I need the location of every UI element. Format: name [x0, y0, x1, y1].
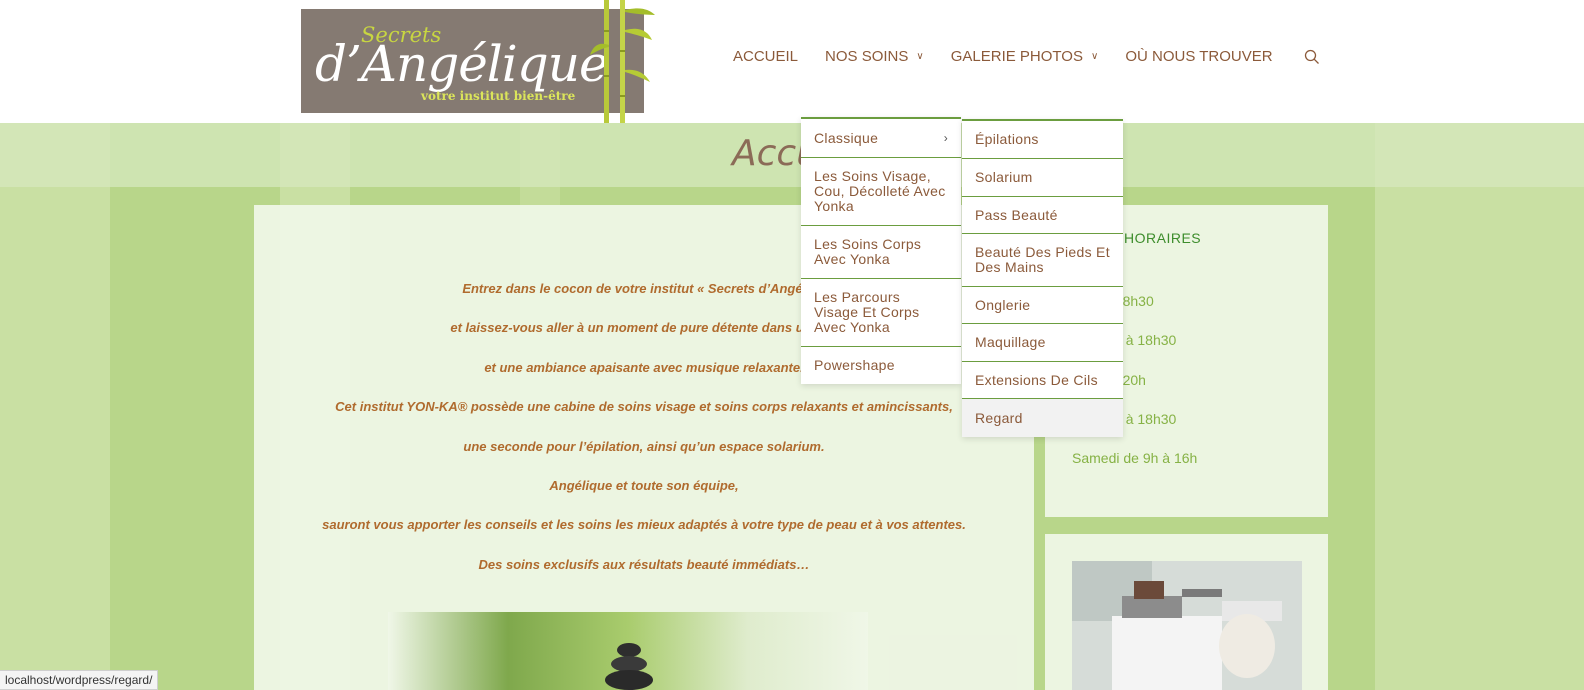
menu-item-label: Onglerie: [975, 296, 1031, 313]
menu-item-label: Extensions De Cils: [975, 371, 1098, 388]
chevron-down-icon: ∨: [916, 51, 924, 62]
submenu-item-pieds-mains[interactable]: Beauté Des Pieds Et Des Mains: [962, 234, 1123, 287]
submenu-item-regard[interactable]: Regard: [962, 399, 1123, 437]
menu-item-label: Maquillage: [975, 334, 1046, 350]
menu-item-label: Solarium: [975, 169, 1033, 185]
chevron-down-icon: ∨: [1090, 51, 1099, 62]
bamboo-icon: [590, 0, 655, 123]
menu-item-label: Les Soins Corps Avec Yonka: [814, 236, 922, 267]
menu-item-classique[interactable]: Classique ›: [801, 119, 961, 158]
submenu-item-epilations[interactable]: Épilations: [962, 121, 1123, 159]
paragraph: une seconde pour l’épilation, ainsi qu’u…: [463, 438, 825, 454]
menu-item-soins-visage[interactable]: Les Soins Visage, Cou, Décolleté Avec Yo…: [801, 158, 961, 226]
search-icon[interactable]: [1304, 49, 1320, 65]
hours-line: Samedi de 9h à 16h: [1072, 449, 1198, 466]
menu-item-label: Les Parcours Visage Et Corps Avec Yonka: [814, 289, 920, 335]
nav-label: NOS SOINS: [825, 48, 909, 65]
site-header: Secrets d’Angélique votre institut bien-…: [0, 0, 1584, 123]
paragraph: Angélique et toute son équipe,: [549, 477, 739, 493]
menu-item-label: Regard: [975, 409, 1023, 426]
main-nav: ACCUEIL NOS SOINS ∨ GALERIE PHOTOS ∨ OÙ …: [733, 48, 1320, 65]
stones-image: [605, 643, 653, 690]
bamboo-stripe: [1375, 123, 1584, 690]
menu-item-parcours[interactable]: Les Parcours Visage Et Corps Avec Yonka: [801, 279, 961, 347]
bamboo-stripe: [0, 123, 110, 690]
dropdown-nos-soins: Classique › Les Soins Visage, Cou, Décol…: [801, 117, 961, 384]
nav-nos-soins[interactable]: NOS SOINS ∨: [825, 48, 924, 65]
menu-item-label: Beauté Des Pieds Et Des Mains: [975, 244, 1110, 275]
paragraph: Cet institut YON-KA® possède une cabine …: [335, 399, 953, 415]
nav-label: ACCUEIL: [733, 48, 799, 65]
nav-label: OÙ NOUS TROUVER: [1125, 48, 1273, 65]
salon-photo: [1072, 561, 1302, 690]
menu-item-label: Épilations: [975, 131, 1039, 147]
nav-label: GALERIE PHOTOS: [950, 48, 1083, 65]
hours-title: HORAIRES: [1124, 230, 1202, 246]
menu-item-label: Pass Beauté: [975, 206, 1058, 223]
menu-item-label: Les Soins Visage, Cou, Décolleté Avec Yo…: [814, 168, 946, 214]
paragraph: sauront vous apporter les conseils et le…: [322, 517, 966, 533]
submenu-item-maquillage[interactable]: Maquillage: [962, 324, 1123, 362]
menu-item-label: Classique: [814, 129, 879, 146]
menu-item-soins-corps[interactable]: Les Soins Corps Avec Yonka: [801, 226, 961, 279]
nav-galerie-photos[interactable]: GALERIE PHOTOS ∨: [951, 48, 1099, 65]
submenu-item-pass-beaute[interactable]: Pass Beauté: [962, 197, 1123, 234]
menu-item-powershape[interactable]: Powershape: [801, 347, 961, 384]
nav-accueil[interactable]: ACCUEIL: [733, 48, 798, 65]
submenu-classique: Épilations Solarium Pass Beauté Beauté D…: [962, 119, 1123, 437]
logo-tagline: votre institut bien-être: [421, 89, 576, 103]
menu-item-label: Powershape: [814, 357, 895, 373]
submenu-item-solarium[interactable]: Solarium: [962, 159, 1123, 197]
logo-main-text: d’Angélique: [315, 35, 609, 93]
submenu-item-onglerie[interactable]: Onglerie: [962, 287, 1123, 324]
chevron-right-icon: ›: [943, 130, 948, 145]
submenu-item-extensions-cils[interactable]: Extensions De Cils: [962, 362, 1123, 399]
paragraph: Des soins exclusifs aux résultats beauté…: [478, 556, 810, 572]
nav-ou-nous-trouver[interactable]: OÙ NOUS TROUVER: [1125, 48, 1272, 65]
browser-status-bar: localhost/wordpress/regard/: [0, 670, 159, 690]
